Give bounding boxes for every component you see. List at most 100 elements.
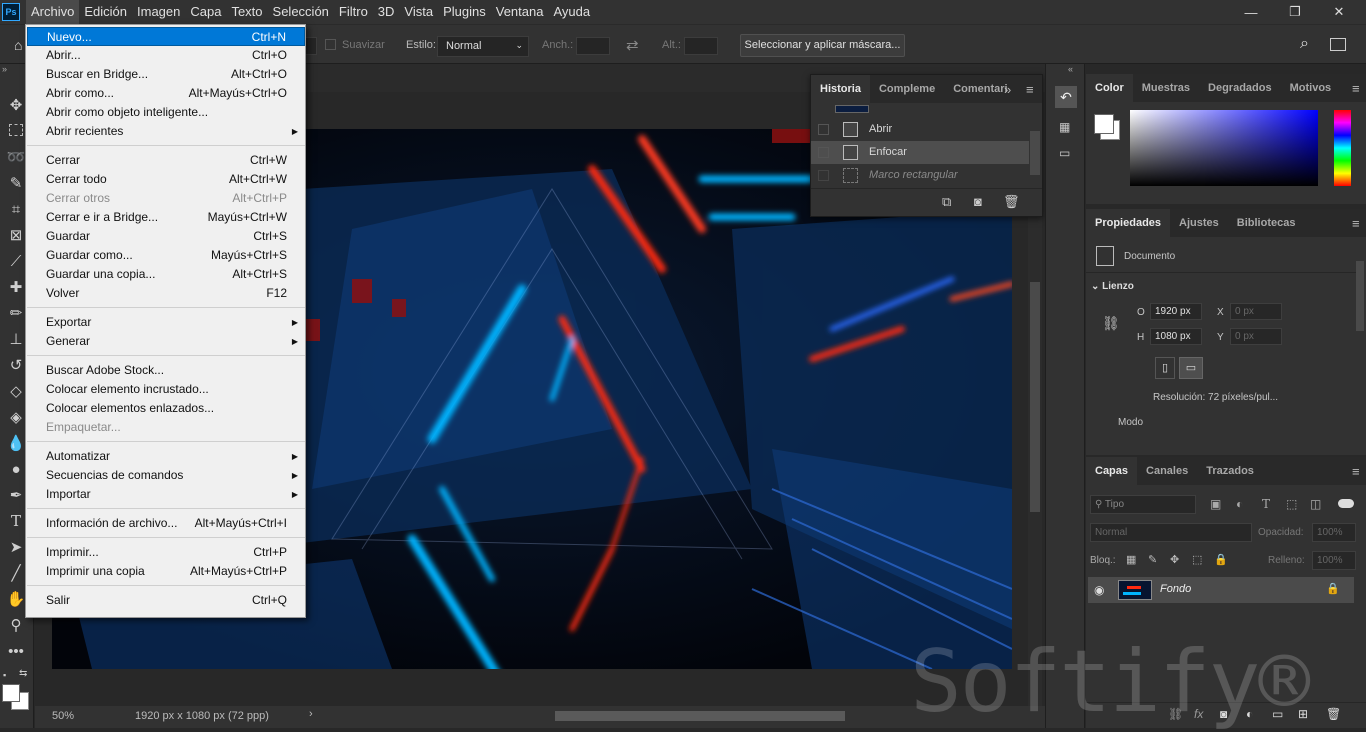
pixel-layer-filter-icon[interactable]: ▣ xyxy=(1210,497,1221,511)
layer-name[interactable]: Fondo xyxy=(1160,583,1191,595)
paint-bucket-tool-icon[interactable]: ◈ xyxy=(5,406,27,428)
width-field[interactable] xyxy=(576,37,610,55)
camera-icon[interactable]: ◙ xyxy=(974,194,982,209)
eraser-tool-icon[interactable]: ◇ xyxy=(5,380,27,402)
style-select[interactable]: Normal ⌄ xyxy=(437,36,529,57)
file-menu-item[interactable]: Buscar en Bridge... Alt+Ctrl+O xyxy=(27,65,305,84)
delete-layer-icon[interactable]: 🗑 xyxy=(1326,707,1341,721)
link-dimensions-icon[interactable]: ⛓ xyxy=(1102,315,1120,332)
clone-stamp-tool-icon[interactable]: ⊥ xyxy=(5,328,27,350)
lock-all-icon[interactable]: 🔒 xyxy=(1214,553,1228,566)
file-menu-item[interactable]: Importar ▶ xyxy=(27,485,305,504)
file-menu-item[interactable]: Automatizar ▶ xyxy=(27,447,305,466)
history-brush-source-checkbox[interactable] xyxy=(818,124,829,135)
tab-adjustments[interactable]: Ajustes xyxy=(1170,209,1228,237)
menu-8[interactable]: Vista xyxy=(399,0,438,24)
workspace-icon[interactable] xyxy=(1330,38,1346,51)
swap-colors-icon[interactable]: ⇆ xyxy=(19,668,27,679)
fill-field[interactable]: 100% xyxy=(1312,551,1356,570)
menu-5[interactable]: Selección xyxy=(268,0,334,24)
tab-paths[interactable]: Trazados xyxy=(1197,457,1263,485)
file-menu-item[interactable]: Abrir... Ctrl+O xyxy=(27,46,305,65)
history-brush-tool-icon[interactable]: ↺ xyxy=(5,354,27,376)
landscape-orientation-icon[interactable]: ▭ xyxy=(1179,357,1203,379)
file-menu-item[interactable]: Exportar ▶ xyxy=(27,313,305,332)
eyedropper-tool-icon[interactable]: ⟋ xyxy=(5,250,27,272)
file-menu-item[interactable]: Guardar como... Mayús+Ctrl+S xyxy=(27,246,305,265)
history-state-open[interactable]: Abrir xyxy=(811,118,1029,141)
menu-9[interactable]: Plugins xyxy=(438,0,491,24)
file-menu-item[interactable]: Cerrar Ctrl+W xyxy=(27,151,305,170)
history-scrollbar-thumb[interactable] xyxy=(1030,131,1040,175)
type-layer-filter-icon[interactable]: T xyxy=(1262,497,1270,511)
file-menu-item[interactable]: Imprimir... Ctrl+P xyxy=(27,543,305,562)
tab-color[interactable]: Color xyxy=(1086,74,1133,102)
extensions-panel-icon[interactable]: ▦ xyxy=(1059,120,1070,134)
menu-3[interactable]: Capa xyxy=(185,0,226,24)
shape-layer-filter-icon[interactable]: ⬚ xyxy=(1286,497,1297,511)
tab-channels[interactable]: Canales xyxy=(1137,457,1197,485)
search-icon[interactable]: ⌕ xyxy=(1300,35,1309,53)
menu-11[interactable]: Ayuda xyxy=(548,0,595,24)
panel-menu-icon[interactable]: ≡ xyxy=(1026,82,1034,97)
crop-tool-icon[interactable]: ⌗ xyxy=(5,198,27,220)
hand-tool-icon[interactable]: ✋ xyxy=(5,588,27,610)
file-menu-item[interactable]: Abrir como objeto inteligente... xyxy=(27,103,305,122)
tab-extensions[interactable]: Compleme xyxy=(870,75,944,103)
blend-mode-select[interactable]: Normal xyxy=(1090,523,1252,542)
file-menu-item[interactable]: Guardar una copia... Alt+Ctrl+S xyxy=(27,265,305,284)
antialias-checkbox[interactable] xyxy=(325,39,336,50)
foreground-color-swatch[interactable] xyxy=(2,684,20,702)
history-brush-source-checkbox[interactable] xyxy=(818,147,829,158)
tab-properties[interactable]: Propiedades xyxy=(1086,209,1171,237)
file-menu-item[interactable]: Colocar elemento incrustado... xyxy=(27,380,305,399)
canvas-y-field[interactable]: 0 px xyxy=(1230,328,1282,345)
path-selection-tool-icon[interactable]: ➤ xyxy=(5,536,27,558)
tab-gradients[interactable]: Degradados xyxy=(1199,74,1281,102)
menu-2[interactable]: Imagen xyxy=(132,0,185,24)
zoom-level[interactable]: 50% xyxy=(52,710,74,722)
zoom-tool-icon[interactable]: ⚲ xyxy=(5,614,27,636)
file-menu-item[interactable]: Cerrar e ir a Bridge... Mayús+Ctrl+W xyxy=(27,208,305,227)
lock-position-icon[interactable]: ✥ xyxy=(1170,553,1179,566)
tab-history[interactable]: Historia xyxy=(811,75,870,103)
lock-transparent-icon[interactable]: ▦ xyxy=(1126,553,1136,566)
panel-menu-icon[interactable]: ≡ xyxy=(1352,216,1360,231)
filter-toggle[interactable] xyxy=(1338,499,1354,508)
select-and-mask-button[interactable]: Seleccionar y aplicar máscara... xyxy=(740,34,905,57)
restore-button[interactable]: ❐ xyxy=(1272,0,1318,24)
collapse-toolbar-icon[interactable]: » xyxy=(2,64,7,74)
file-menu-item[interactable]: Colocar elementos enlazados... xyxy=(27,399,305,418)
dock-collapse-icon[interactable]: « xyxy=(1068,64,1073,74)
file-menu-item[interactable]: Imprimir una copia Alt+Mayús+Ctrl+P xyxy=(27,562,305,581)
history-state-marquee[interactable]: Marco rectangular xyxy=(811,164,1029,187)
portrait-orientation-icon[interactable]: ▯ xyxy=(1155,357,1175,379)
dodge-tool-icon[interactable]: ● xyxy=(5,458,27,480)
pen-tool-icon[interactable]: ✒ xyxy=(5,484,27,506)
status-menu-arrow-icon[interactable]: › xyxy=(309,708,313,720)
horizontal-scroll-thumb[interactable] xyxy=(555,711,845,721)
color-field[interactable] xyxy=(1130,110,1318,186)
comments-panel-icon[interactable]: ▭ xyxy=(1059,146,1070,160)
tab-patterns[interactable]: Motivos xyxy=(1281,74,1341,102)
lasso-tool-icon[interactable]: ➿ xyxy=(5,146,27,168)
history-brush-source-checkbox[interactable] xyxy=(818,170,829,181)
default-colors-icon[interactable]: ▪ xyxy=(3,670,6,680)
hue-slider[interactable] xyxy=(1334,110,1351,186)
swap-icon[interactable]: ⇄ xyxy=(626,36,639,54)
frame-tool-icon[interactable]: ⊠ xyxy=(5,224,27,246)
file-menu-item[interactable]: Guardar Ctrl+S xyxy=(27,227,305,246)
canvas-height-field[interactable]: 1080 px xyxy=(1150,328,1202,345)
file-menu-item[interactable]: Buscar Adobe Stock... xyxy=(27,361,305,380)
menu-4[interactable]: Texto xyxy=(226,0,267,24)
foreground-color-swatch[interactable] xyxy=(1094,114,1114,134)
canvas-section-header[interactable]: ⌄ Lienzo xyxy=(1091,281,1134,292)
blur-tool-icon[interactable]: 💧 xyxy=(5,432,27,454)
properties-scrollbar-thumb[interactable] xyxy=(1356,261,1364,331)
eye-visibility-icon[interactable]: ◉ xyxy=(1094,583,1104,597)
canvas-width-field[interactable]: 1920 px xyxy=(1150,303,1202,320)
lock-pixels-icon[interactable]: ✎ xyxy=(1148,553,1157,566)
move-tool-icon[interactable]: ✥ xyxy=(5,94,27,116)
menu-0[interactable]: Archivo xyxy=(26,0,80,24)
history-state-sharpen[interactable]: Enfocar xyxy=(811,141,1029,164)
